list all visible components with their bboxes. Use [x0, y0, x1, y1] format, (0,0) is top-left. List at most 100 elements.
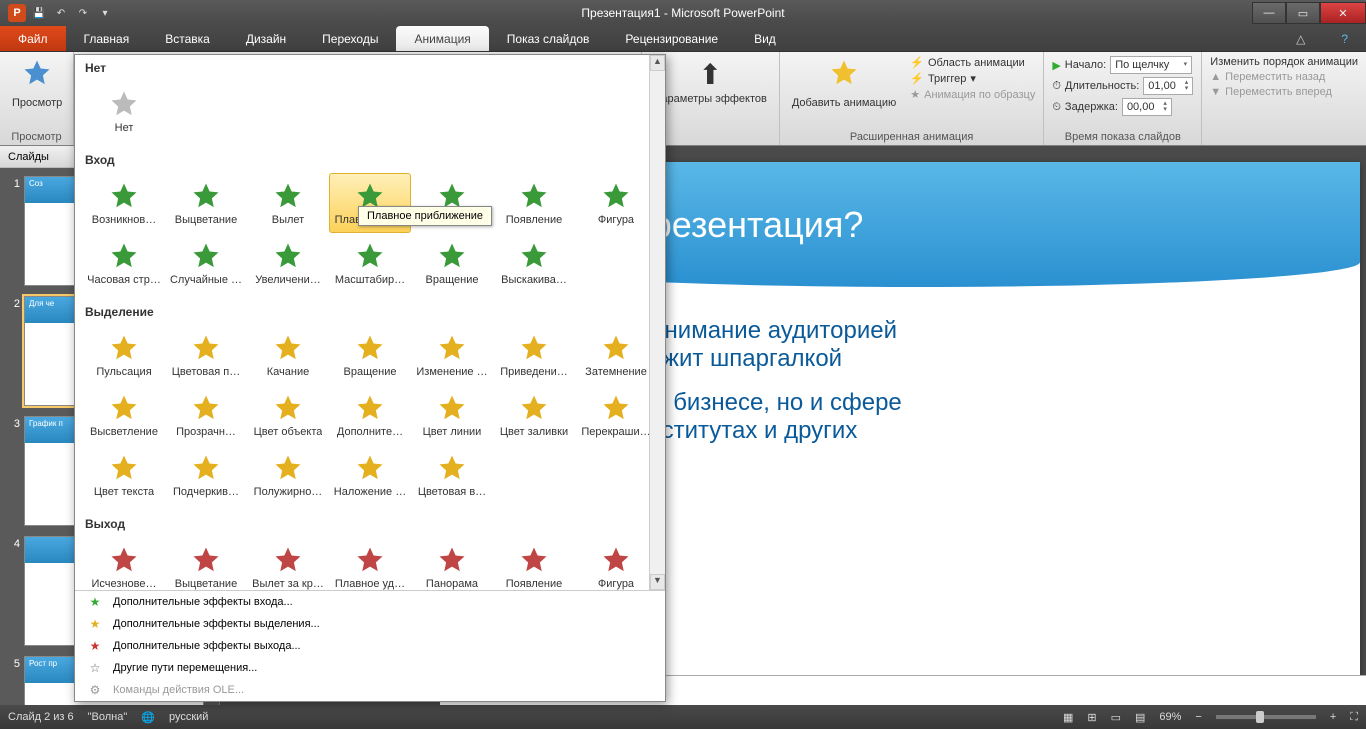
effect-item[interactable]: Качание	[247, 325, 329, 385]
scroll-up-icon[interactable]: ▲	[650, 55, 665, 71]
delay-spin[interactable]: 00,00▴▾	[1122, 98, 1172, 116]
effect-item[interactable]: Появление	[493, 537, 575, 590]
effect-item[interactable]: Цвет текста	[83, 445, 165, 505]
effect-item[interactable]: Вращение	[329, 325, 411, 385]
start-combo[interactable]: По щелчку▾	[1110, 56, 1192, 74]
effect-item[interactable]: Случайные …	[165, 233, 247, 293]
fit-button[interactable]: ⛶	[1350, 711, 1358, 724]
effect-star-icon	[190, 392, 222, 424]
gallery-scrollbar[interactable]: ▲ ▼	[649, 55, 665, 590]
trigger-button[interactable]: ⚡Триггер ▾	[910, 72, 1035, 85]
effect-label: Фигура	[598, 214, 634, 226]
start-icon: ▶	[1052, 59, 1060, 72]
undo-icon[interactable]: ↶	[52, 4, 70, 22]
minimize-button[interactable]: —	[1252, 2, 1286, 24]
tab-slideshow[interactable]: Показ слайдов	[489, 26, 608, 51]
effect-item[interactable]: Высветление	[83, 385, 165, 445]
effect-item[interactable]: Цвет заливки	[493, 385, 575, 445]
effect-item[interactable]: Вылет за кр…	[247, 537, 329, 590]
effect-item[interactable]: Изменение …	[411, 325, 493, 385]
redo-icon[interactable]: ↷	[74, 4, 92, 22]
zoom-in-button[interactable]: +	[1330, 711, 1336, 723]
effect-item[interactable]: Возникнов…	[83, 173, 165, 233]
zoom-slider[interactable]	[1216, 715, 1316, 719]
effect-item[interactable]: Фигура	[575, 173, 657, 233]
effect-item[interactable]: Масштабир…	[329, 233, 411, 293]
save-icon[interactable]: 💾	[30, 4, 48, 22]
tab-file[interactable]: Файл	[0, 26, 66, 51]
more-entrance-effects[interactable]: ★Дополнительные эффекты входа...	[75, 591, 665, 613]
effect-item[interactable]: Затемнение	[575, 325, 657, 385]
effect-star-icon	[354, 332, 386, 364]
effect-label: Пульсация	[96, 366, 151, 378]
down-icon: ▼	[1210, 86, 1221, 98]
effect-item[interactable]: Панорама	[411, 537, 493, 590]
tab-transitions[interactable]: Переходы	[304, 26, 396, 51]
tab-animation[interactable]: Анимация	[396, 26, 488, 51]
effect-item[interactable]: Исчезнове…	[83, 537, 165, 590]
effect-options-button[interactable]: ⬆Параметры эффектов	[650, 56, 771, 107]
more-motion-paths[interactable]: ☆Другие пути перемещения...	[75, 657, 665, 679]
effect-item[interactable]: Выскакива…	[493, 233, 575, 293]
more-exit-effects[interactable]: ★Дополнительные эффекты выхода...	[75, 635, 665, 657]
tab-view[interactable]: Вид	[736, 26, 794, 51]
effect-item[interactable]: Выцветание	[165, 537, 247, 590]
effect-star-icon	[518, 392, 550, 424]
tab-design[interactable]: Дизайн	[228, 26, 304, 51]
view-normal-icon[interactable]: ▦	[1063, 711, 1073, 724]
maximize-button[interactable]: ▭	[1286, 2, 1320, 24]
effect-star-icon	[272, 452, 304, 484]
effect-item[interactable]: Дополните…	[329, 385, 411, 445]
effect-item[interactable]: Плавное уд…	[329, 537, 411, 590]
tab-insert[interactable]: Вставка	[147, 26, 228, 51]
effect-item[interactable]: Цвет линии	[411, 385, 493, 445]
effect-item[interactable]: Перекраши…	[575, 385, 657, 445]
effect-item[interactable]: Пульсация	[83, 325, 165, 385]
effect-star-icon	[272, 180, 304, 212]
preview-button[interactable]: Просмотр	[8, 56, 66, 111]
effect-item[interactable]: Часовая стр…	[83, 233, 165, 293]
scroll-down-icon[interactable]: ▼	[650, 574, 665, 590]
window-title: Презентация1 - Microsoft PowerPoint	[581, 6, 784, 20]
effect-item[interactable]: Появление	[493, 173, 575, 233]
status-language[interactable]: русский	[169, 711, 208, 723]
close-button[interactable]: ✕	[1320, 2, 1366, 24]
effect-item[interactable]: Фигура	[575, 537, 657, 590]
help-icon[interactable]: ?	[1323, 26, 1366, 51]
effect-item[interactable]: Вращение	[411, 233, 493, 293]
effect-star-icon	[354, 452, 386, 484]
zoom-level[interactable]: 69%	[1159, 711, 1181, 723]
tooltip: Плавное приближение	[358, 206, 492, 226]
effect-item[interactable]: Цветовая п…	[165, 325, 247, 385]
tab-home[interactable]: Главная	[66, 26, 148, 51]
add-animation-button[interactable]: Добавить анимацию	[788, 56, 900, 111]
section-entrance: Вход	[75, 147, 665, 171]
qat-more-icon[interactable]: ▾	[96, 4, 114, 22]
effect-star-icon	[518, 544, 550, 576]
animation-pane-button[interactable]: ⚡Область анимации	[910, 56, 1035, 69]
effect-item[interactable]: Полужирно…	[247, 445, 329, 505]
view-reading-icon[interactable]: ▭	[1111, 711, 1121, 724]
effect-label: Вращение	[344, 366, 397, 378]
effect-item[interactable]: Увеличени…	[247, 233, 329, 293]
effect-item[interactable]: Подчеркив…	[165, 445, 247, 505]
delay-icon: ⏲	[1052, 101, 1061, 114]
effect-item[interactable]: Вылет	[247, 173, 329, 233]
tab-review[interactable]: Рецензирование	[607, 26, 736, 51]
effect-item[interactable]: Выцветание	[165, 173, 247, 233]
more-emphasis-effects[interactable]: ★Дополнительные эффекты выделения...	[75, 613, 665, 635]
effect-item[interactable]: Наложение …	[329, 445, 411, 505]
effect-none[interactable]: Нет	[83, 81, 165, 141]
effect-item[interactable]: Приведени…	[493, 325, 575, 385]
duration-spin[interactable]: 01,00▴▾	[1143, 77, 1193, 95]
effect-item[interactable]: Цветовая в…	[411, 445, 493, 505]
effect-star-icon	[190, 240, 222, 272]
effect-label: Затемнение	[585, 366, 647, 378]
ribbon-minimize-icon[interactable]: △	[1278, 26, 1323, 51]
view-slideshow-icon[interactable]: ▤	[1135, 711, 1145, 724]
effect-item[interactable]: Прозрачн…	[165, 385, 247, 445]
effect-item[interactable]: Цвет объекта	[247, 385, 329, 445]
effect-star-icon	[436, 392, 468, 424]
zoom-out-button[interactable]: −	[1195, 711, 1201, 723]
view-sorter-icon[interactable]: ⊞	[1087, 711, 1096, 724]
